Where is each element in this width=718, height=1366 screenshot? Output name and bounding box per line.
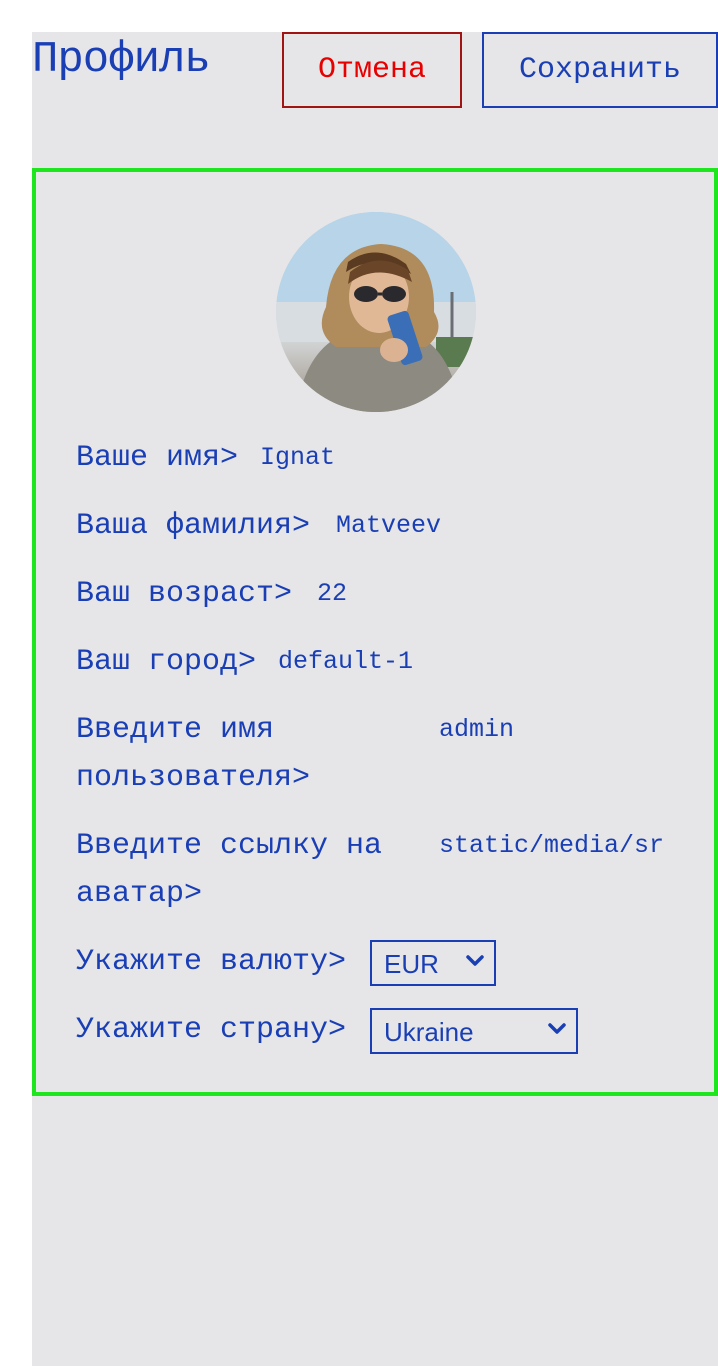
- city-input[interactable]: [274, 646, 522, 678]
- age-label: Ваш возраст>: [76, 577, 293, 611]
- username-input[interactable]: [435, 714, 683, 746]
- first-name-input[interactable]: [256, 442, 464, 474]
- avatar: [276, 212, 476, 412]
- age-row: Ваш возраст>: [76, 570, 696, 618]
- username-label: Введите имя пользователя>: [76, 713, 311, 795]
- avatar-image: [276, 212, 476, 412]
- page-title: Профиль: [32, 35, 211, 85]
- city-label: Ваш город>: [76, 645, 257, 679]
- chevron-down-icon: [548, 1023, 566, 1034]
- avatar-link-input[interactable]: [435, 830, 683, 862]
- country-select[interactable]: Ukraine: [370, 1008, 578, 1054]
- avatar-link-label: Введите ссылку на аватар>: [76, 829, 383, 911]
- first-name-row: Ваше имя>: [76, 434, 696, 482]
- username-row: Введите имя пользователя>: [76, 706, 696, 802]
- country-row: Укажите страну> Ukraine: [76, 1006, 696, 1054]
- currency-label: Укажите валюту>: [76, 945, 347, 979]
- last-name-row: Ваша фамилия>: [76, 502, 696, 550]
- chevron-down-icon: [466, 955, 484, 966]
- currency-row: Укажите валюту> EUR: [76, 938, 696, 986]
- country-selected-value: Ukraine: [384, 1017, 474, 1047]
- first-name-label: Ваше имя>: [76, 441, 239, 475]
- cancel-button[interactable]: Отмена: [282, 32, 462, 108]
- save-button[interactable]: Сохранить: [482, 32, 718, 108]
- last-name-label: Ваша фамилия>: [76, 509, 311, 543]
- avatar-link-row: Введите ссылку на аватар>: [76, 822, 696, 918]
- currency-selected-value: EUR: [384, 949, 439, 979]
- last-name-input[interactable]: [332, 510, 540, 542]
- currency-select[interactable]: EUR: [370, 940, 496, 986]
- profile-card: Ваше имя> Ваша фамилия> Ваш возраст> Ваш…: [32, 168, 718, 1096]
- country-label: Укажите страну>: [76, 1013, 347, 1047]
- city-row: Ваш город>: [76, 638, 696, 686]
- age-input[interactable]: [313, 578, 521, 610]
